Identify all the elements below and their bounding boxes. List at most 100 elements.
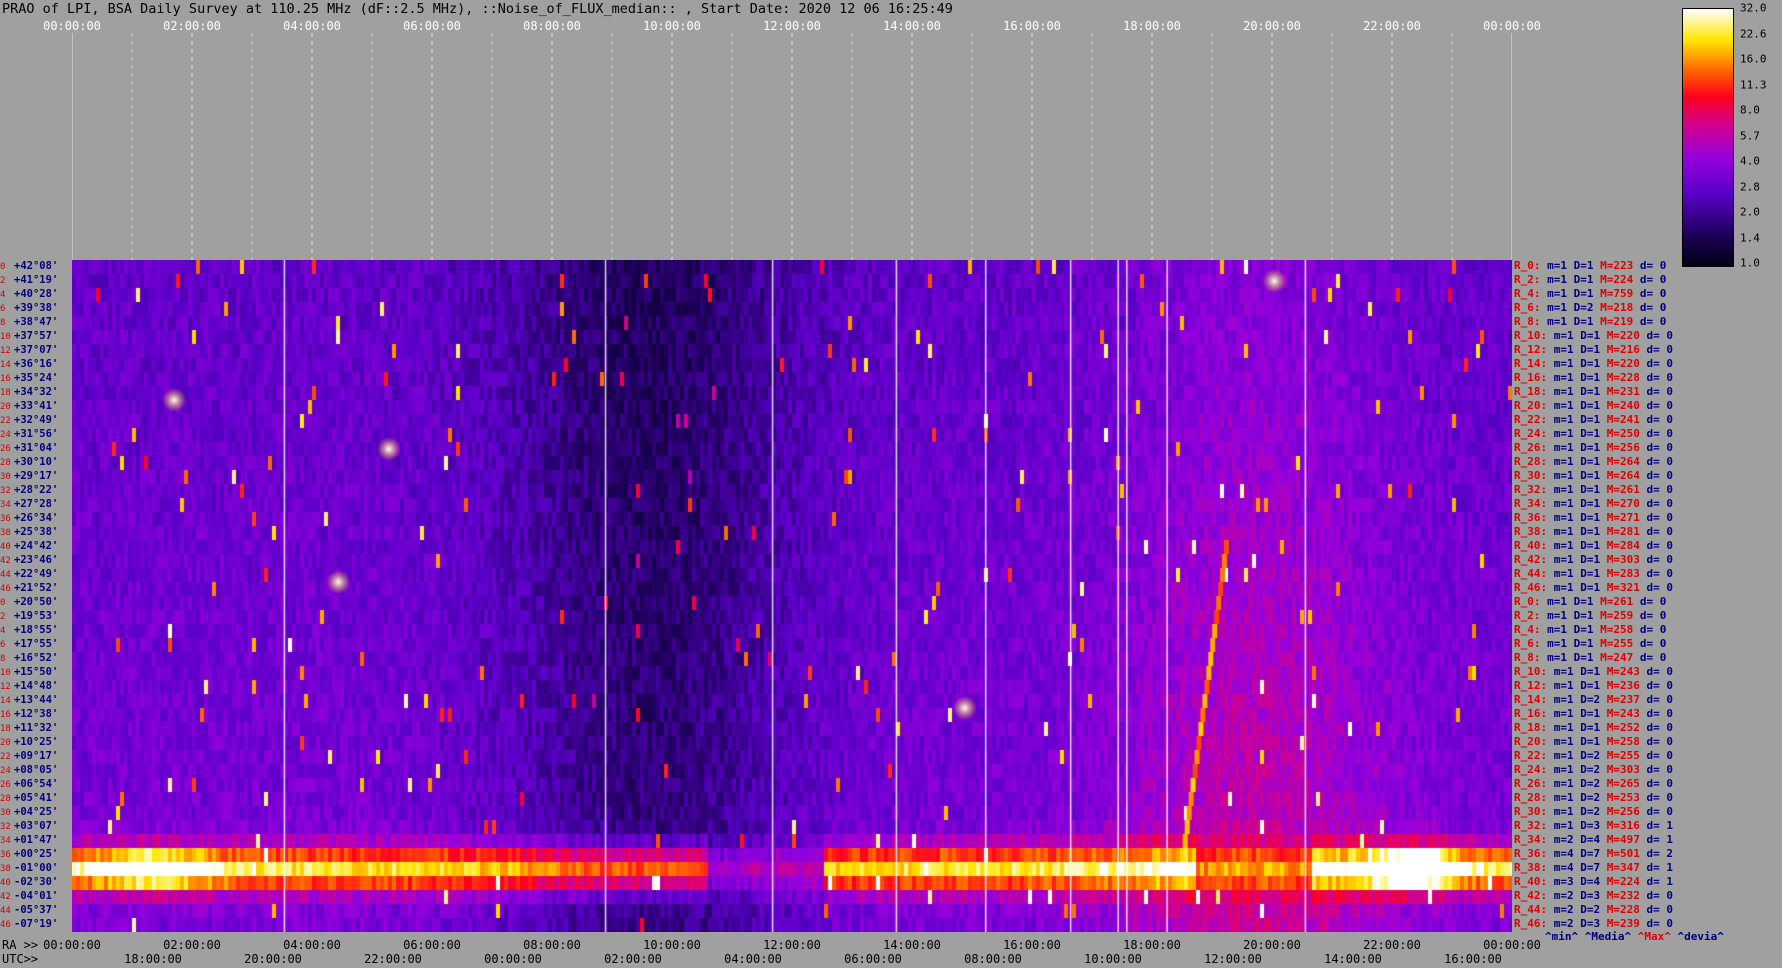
stat-m: m=1 [1553, 805, 1574, 818]
stat-m: m=1 [1553, 399, 1574, 412]
declination-label: 8 +16°52' [0, 651, 58, 666]
declination-label: 28 +30°10' [0, 455, 58, 470]
stat-r: R_18: [1514, 385, 1548, 398]
stat-r: R_26: [1514, 777, 1548, 790]
stat-m: m=4 [1553, 847, 1574, 860]
declination-label: 10 +15°50' [0, 665, 58, 680]
row-index: 44 [0, 570, 11, 580]
stat-dv: d= 0 [1646, 469, 1674, 482]
stat-m: m=1 [1547, 273, 1567, 286]
stat-m: m=1 [1553, 721, 1574, 734]
stat-r: R_22: [1514, 749, 1548, 762]
stat-m: m=1 [1547, 287, 1567, 300]
stat-r: R_14: [1514, 693, 1548, 706]
stat-dv: d= 0 [1646, 399, 1674, 412]
declination-label: 32 +03°07' [0, 819, 58, 834]
stat-m: m=1 [1553, 777, 1574, 790]
stat-dv: d= 0 [1639, 609, 1667, 622]
declination-label: 46 +21°52' [0, 581, 58, 596]
top-tick-label: 22:00:00 [1363, 19, 1421, 33]
stat-d: D=7 [1580, 861, 1601, 874]
stat-row: R_12: m=1 D=1 M=216 d= 0 [1514, 343, 1673, 357]
stat-m: m=2 [1553, 889, 1574, 902]
top-tick-label: 20:00:00 [1243, 19, 1301, 33]
declination-value: +01°47' [14, 834, 59, 846]
stat-m: M=256 [1606, 441, 1640, 454]
stat-row: R_6: m=1 D=1 M=255 d= 0 [1514, 637, 1666, 651]
stat-d: D=1 [1580, 511, 1601, 524]
stat-m: m=1 [1553, 343, 1574, 356]
utc-tick-label: 04:00:00 [724, 952, 782, 966]
stat-r: R_34: [1514, 833, 1548, 846]
stat-m: M=255 [1600, 637, 1634, 650]
declination-value: +13°44' [14, 694, 59, 706]
stat-m: M=261 [1600, 595, 1634, 608]
stat-row: R_40: m=1 D=1 M=284 d= 0 [1514, 539, 1673, 553]
top-tick-label: 06:00:00 [403, 19, 461, 33]
declination-value: +40°28' [14, 288, 59, 300]
stat-dv: d= 0 [1646, 427, 1674, 440]
stat-dv: d= 0 [1646, 721, 1674, 734]
declination-value: +39°38' [14, 302, 59, 314]
stat-m: M=284 [1606, 539, 1640, 552]
stat-m: M=303 [1606, 553, 1640, 566]
stat-r: R_12: [1514, 343, 1548, 356]
declination-label: 38 +25°38' [0, 525, 58, 540]
utc-tick-label: 10:00:00 [1084, 952, 1142, 966]
stat-row: R_28: m=1 D=1 M=264 d= 0 [1514, 455, 1673, 469]
stat-r: R_14: [1514, 357, 1548, 370]
declination-label: 38 -01°00' [0, 861, 58, 876]
stat-r: R_36: [1514, 847, 1548, 860]
stat-d: D=1 [1580, 343, 1601, 356]
row-index: 2 [0, 612, 6, 622]
stat-m: M=258 [1606, 735, 1640, 748]
stat-m: M=219 [1600, 315, 1634, 328]
declination-value: +15°50' [14, 666, 59, 678]
stat-dv: d= 0 [1646, 889, 1674, 902]
row-index: 30 [0, 472, 11, 482]
declination-label: 16 +35°24' [0, 371, 58, 386]
utc-axis-label: UTC>> [2, 952, 39, 966]
stat-row: R_34: m=2 D=4 M=497 d= 1 [1514, 833, 1673, 847]
stat-m: M=250 [1606, 427, 1640, 440]
stat-row: R_16: m=1 D=1 M=243 d= 0 [1514, 707, 1673, 721]
stat-m: M=264 [1606, 469, 1640, 482]
declination-value: +25°38' [14, 526, 59, 538]
stat-m: M=255 [1606, 749, 1640, 762]
row-index: 26 [0, 444, 11, 454]
declination-value: +28°22' [14, 484, 59, 496]
stat-r: R_34: [1514, 497, 1548, 510]
stat-dv: d= 0 [1646, 413, 1674, 426]
stat-m: m=1 [1553, 441, 1574, 454]
stat-r: R_22: [1514, 413, 1548, 426]
stat-m: M=241 [1606, 413, 1640, 426]
declination-value: +27°28' [14, 498, 59, 510]
row-index: 34 [0, 500, 11, 510]
row-index: 12 [0, 682, 11, 692]
stat-m: m=1 [1553, 679, 1574, 692]
stat-d: D=1 [1573, 637, 1594, 650]
declination-value: +04°25' [14, 806, 59, 818]
stat-m: M=224 [1600, 273, 1634, 286]
stat-d: D=2 [1580, 693, 1601, 706]
ra-tick-label: 12:00:00 [763, 938, 821, 952]
declination-label: 12 +37°07' [0, 343, 58, 358]
declination-value: +31°56' [14, 428, 59, 440]
colorbar-tick-label: 32.0 [1740, 1, 1767, 15]
row-index: 4 [0, 290, 6, 300]
stat-d: D=1 [1573, 315, 1594, 328]
top-tick-label: 16:00:00 [1003, 19, 1061, 33]
declination-value: +33°41' [14, 400, 59, 412]
row-index: 18 [0, 724, 11, 734]
stat-m: m=1 [1553, 497, 1574, 510]
stat-m: M=228 [1606, 371, 1640, 384]
stat-d: D=4 [1580, 833, 1601, 846]
stat-dv: d= 0 [1646, 385, 1674, 398]
stat-m: M=237 [1606, 693, 1640, 706]
stat-dv: d= 1 [1646, 875, 1674, 888]
stat-m: M=247 [1600, 651, 1634, 664]
row-index: 26 [0, 780, 11, 790]
declination-label: 42 -04°01' [0, 889, 58, 904]
stat-r: R_30: [1514, 805, 1548, 818]
stat-r: R_16: [1514, 707, 1548, 720]
